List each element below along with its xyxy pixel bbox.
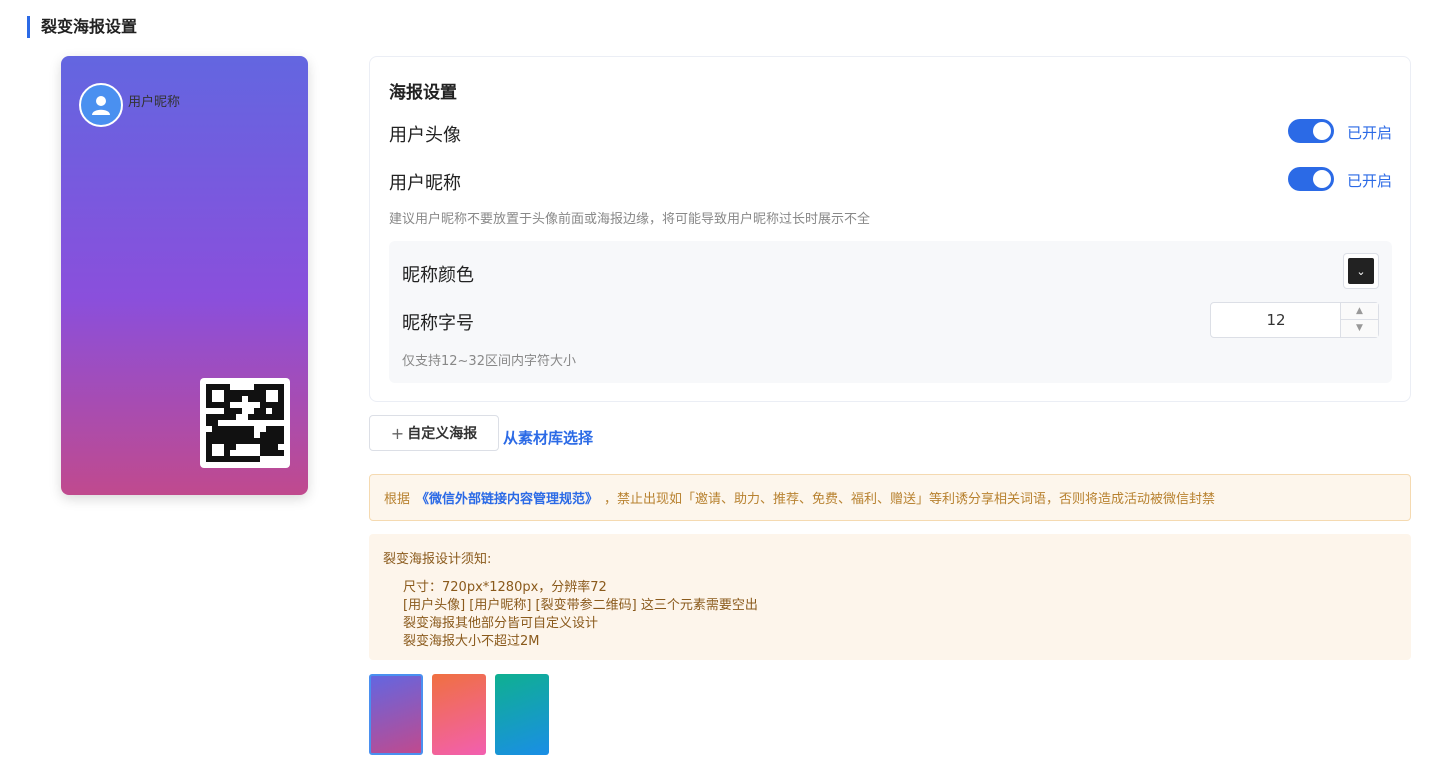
qr-code-pattern bbox=[206, 384, 284, 462]
increase-icon[interactable]: ▲ bbox=[1341, 303, 1378, 320]
color-label: 昵称颜色 bbox=[402, 265, 474, 286]
avatar-status: 已开启 bbox=[1346, 124, 1392, 142]
chevron-down-icon: ⌄ bbox=[1356, 264, 1366, 278]
template-thumbnail[interactable] bbox=[495, 674, 549, 755]
tips-line: 裂变海报其他部分皆可自定义设计 bbox=[403, 616, 599, 631]
nickname-toggle[interactable] bbox=[1288, 167, 1334, 191]
section-title: 裂变海报设置 bbox=[27, 16, 137, 38]
custom-poster-button[interactable]: + 自定义海报 bbox=[369, 415, 499, 451]
poster-settings-card: 海报设置 用户头像 已开启 用户昵称 已开启 建议用户昵称不要放置于头像前面或海… bbox=[369, 56, 1411, 402]
regulation-link[interactable]: 《微信外部链接内容管理规范》 bbox=[416, 488, 598, 507]
tips-line: 裂变海报大小不超过2M bbox=[403, 634, 540, 649]
notice-prefix: 根据 bbox=[384, 492, 411, 507]
tips-line: 尺寸：720px*1280px，分辨率72 bbox=[403, 580, 607, 595]
nickname-status: 已开启 bbox=[1346, 172, 1392, 190]
nickname-label: 用户昵称 bbox=[389, 173, 461, 194]
avatar-toggle[interactable] bbox=[1288, 119, 1334, 143]
font-size-stepper[interactable]: 12 ▲ ▼ bbox=[1210, 302, 1379, 338]
poster-nickname: 用户昵称 bbox=[128, 95, 181, 110]
notice-suffix: ，禁止出现如「邀请、助力、推荐、免费、福利、赠送」等利诱分享相关词语，否则将造成… bbox=[604, 492, 1216, 507]
library-select-link[interactable]: 从素材库选择 bbox=[503, 427, 593, 448]
font-size-value[interactable]: 12 bbox=[1211, 303, 1341, 337]
avatar bbox=[79, 83, 123, 127]
size-hint: 仅支持12~32区间内字符大小 bbox=[402, 354, 576, 369]
color-swatch: ⌄ bbox=[1348, 258, 1374, 284]
poster-preview: 用户昵称 bbox=[61, 56, 308, 495]
template-thumbnail[interactable] bbox=[432, 674, 486, 755]
custom-poster-label: 自定义海报 bbox=[407, 426, 478, 442]
avatar-label: 用户头像 bbox=[389, 125, 461, 146]
warning-notice: 根据 《微信外部链接内容管理规范》 ，禁止出现如「邀请、助力、推荐、免费、福利、… bbox=[369, 474, 1411, 521]
tips-title: 裂变海报设计须知: bbox=[383, 552, 492, 567]
qr-code bbox=[200, 378, 290, 468]
stepper-controls: ▲ ▼ bbox=[1340, 303, 1378, 337]
nickname-style-panel: 昵称颜色 ⌄ 昵称字号 12 ▲ ▼ 仅支持12~32区间内字符大小 bbox=[389, 241, 1392, 383]
user-icon bbox=[92, 96, 110, 115]
decrease-icon[interactable]: ▼ bbox=[1341, 320, 1378, 337]
tips-line: [用户头像] [用户昵称] [裂变带参二维码] 这三个元素需要空出 bbox=[403, 598, 758, 613]
template-thumbnail[interactable] bbox=[369, 674, 423, 755]
design-tips: 裂变海报设计须知: 尺寸：720px*1280px，分辨率72 [用户头像] [… bbox=[369, 534, 1411, 660]
color-picker[interactable]: ⌄ bbox=[1343, 253, 1379, 289]
nickname-hint: 建议用户昵称不要放置于头像前面或海报边缘，将可能导致用户昵称过长时展示不全 bbox=[389, 212, 871, 227]
size-label: 昵称字号 bbox=[402, 313, 474, 334]
plus-icon: + bbox=[390, 423, 405, 443]
card-title: 海报设置 bbox=[389, 83, 457, 103]
